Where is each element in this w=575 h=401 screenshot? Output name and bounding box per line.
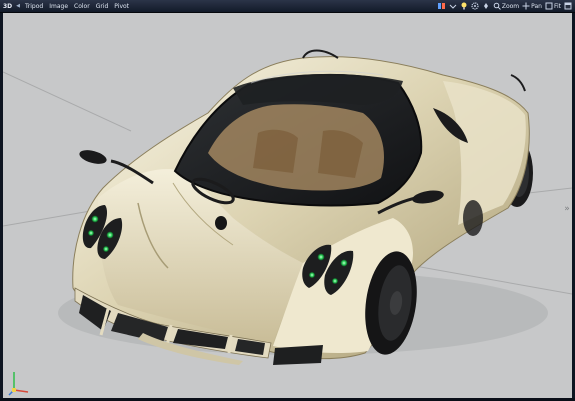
viewer-window: 3D ◀ Tripod Image Color Grid Pivot Zoom … (0, 0, 575, 401)
gear-icon[interactable] (471, 2, 479, 10)
display-mode-icon[interactable] (437, 2, 446, 10)
zoom-icon (493, 2, 501, 10)
lightbulb-icon[interactable] (460, 2, 468, 10)
axis-gizmo-icon (8, 372, 29, 396)
car-model (3, 49, 572, 365)
pin-icon[interactable] (482, 2, 490, 10)
menu-color[interactable]: Color (74, 3, 90, 10)
maximize-icon[interactable] (564, 2, 572, 10)
menu-tripod[interactable]: Tripod (25, 3, 43, 10)
fit-icon (545, 2, 553, 10)
fit-control[interactable]: Fit (545, 2, 561, 10)
sidebar-expand-icon[interactable]: » (563, 203, 571, 215)
3d-viewport[interactable]: » (3, 13, 572, 398)
zoom-label: Zoom (501, 2, 520, 10)
zoom-control[interactable]: Zoom (493, 2, 519, 10)
view-controls: Zoom Pan Fit (437, 0, 572, 12)
menu-grid[interactable]: Grid (96, 3, 109, 10)
menu-bar: 3D ◀ Tripod Image Color Grid Pivot Zoom … (0, 0, 575, 13)
pan-icon (522, 2, 530, 10)
menu-pivot[interactable]: Pivot (114, 3, 129, 10)
dropdown-arrow-icon[interactable]: ◀ (16, 3, 20, 9)
fit-label: Fit (553, 2, 561, 10)
3d-badge[interactable]: 3D (3, 3, 12, 10)
pan-control[interactable]: Pan (522, 2, 542, 10)
pan-label: Pan (531, 2, 542, 10)
chevron-down-icon[interactable] (449, 2, 457, 10)
menu-items: Tripod Image Color Grid Pivot (22, 0, 132, 12)
menu-image[interactable]: Image (49, 3, 68, 10)
